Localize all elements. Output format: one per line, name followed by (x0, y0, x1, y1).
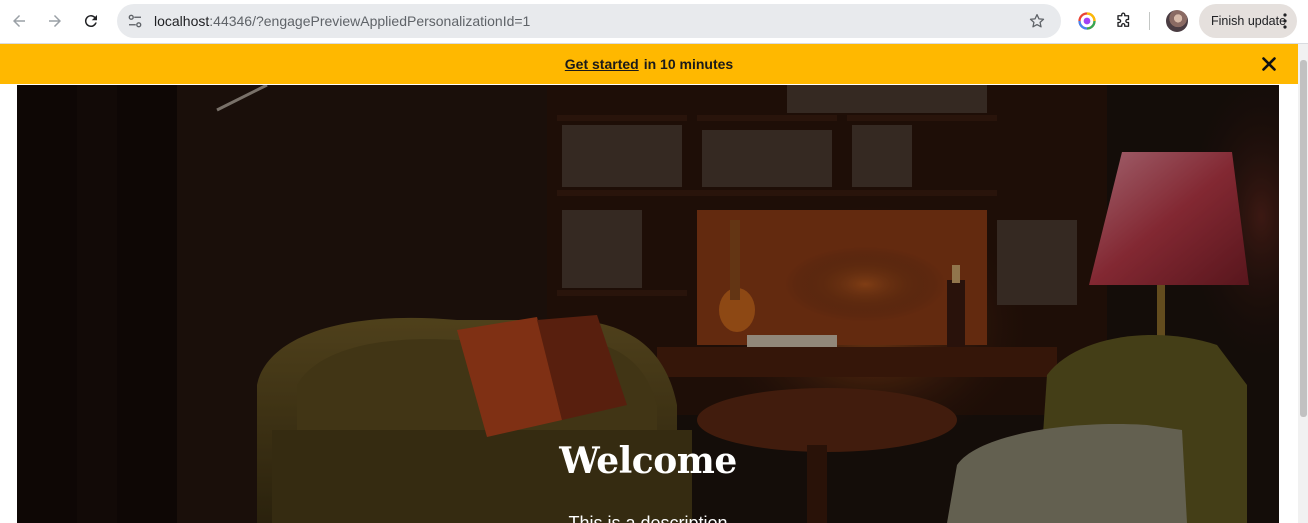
hero-section: Welcome This is a description (17, 85, 1279, 523)
color-extension-icon[interactable] (1075, 9, 1099, 33)
forward-arrow-icon (49, 15, 61, 27)
announcement-banner: Get started in 10 minutes (0, 44, 1298, 84)
reload-icon (84, 15, 97, 28)
banner-close-button[interactable] (1259, 54, 1279, 74)
back-arrow-icon (13, 15, 25, 27)
reload-button[interactable] (78, 8, 104, 34)
scrollbar-thumb[interactable] (1300, 60, 1307, 417)
back-button[interactable] (6, 8, 32, 34)
finish-update-label: Finish update (1211, 14, 1287, 28)
url-text[interactable]: localhost:44346/?engagePreviewAppliedPer… (154, 4, 530, 38)
hero-title: Welcome (559, 440, 737, 482)
get-started-link[interactable]: Get started (565, 56, 639, 72)
more-vertical-icon (1283, 13, 1287, 29)
finish-update-button[interactable]: Finish update (1199, 4, 1297, 38)
hero-content: Welcome This is a description (17, 439, 1279, 523)
address-bar[interactable]: localhost:44346/?engagePreviewAppliedPer… (117, 4, 1061, 38)
banner-text: in 10 minutes (643, 56, 734, 72)
bookmark-star-icon[interactable] (1027, 11, 1047, 31)
url-host: localhost (154, 13, 210, 29)
forward-button[interactable] (42, 8, 68, 34)
browser-toolbar: localhost:44346/?engagePreviewAppliedPer… (0, 0, 1308, 44)
extensions-puzzle-icon[interactable] (1112, 9, 1136, 33)
close-icon (1262, 57, 1276, 71)
site-info-icon[interactable] (123, 9, 147, 33)
toolbar-separator (1149, 12, 1150, 30)
profile-avatar[interactable] (1166, 10, 1188, 32)
hero-description: This is a description (568, 513, 728, 523)
url-path: :44346/?engagePreviewAppliedPersonalizat… (209, 13, 531, 29)
